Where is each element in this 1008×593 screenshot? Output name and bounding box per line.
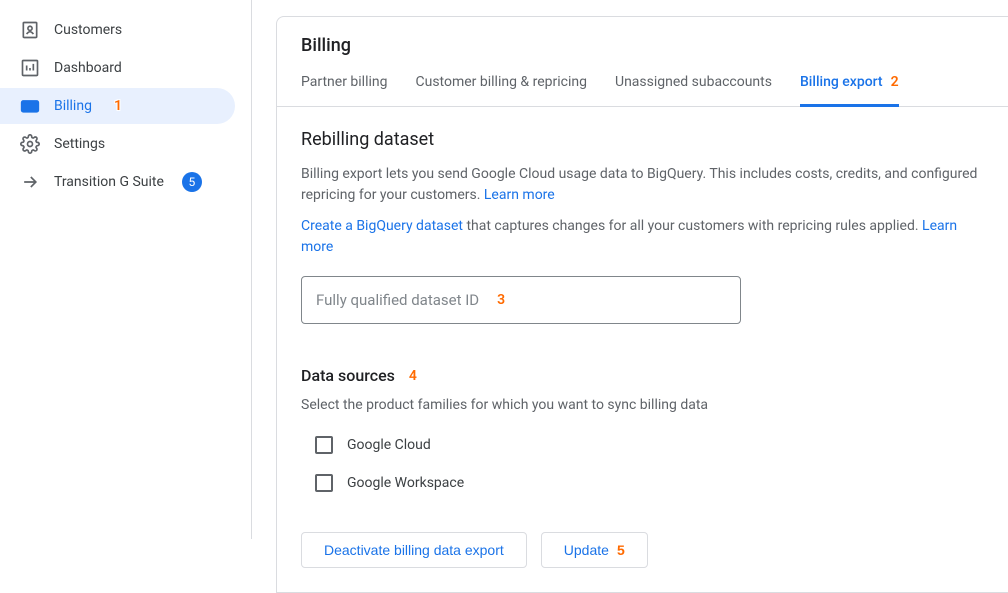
desc-text: that captures changes for all your custo…	[463, 218, 922, 234]
sidebar: Customers Dashboard Billing 1 Settings T…	[0, 0, 252, 539]
tab-label: Billing export	[800, 74, 883, 90]
checkbox-label: Google Workspace	[347, 475, 464, 491]
learn-more-link[interactable]: Learn more	[484, 187, 555, 203]
dashboard-icon	[20, 58, 40, 78]
annotation-marker: 3	[497, 292, 505, 308]
tab-customer-billing[interactable]: Customer billing & repricing	[415, 74, 587, 107]
tab-unassigned-subaccounts[interactable]: Unassigned subaccounts	[615, 74, 772, 107]
annotation-marker: 2	[891, 74, 899, 90]
badge: 5	[182, 172, 202, 192]
checkbox-row-google-workspace[interactable]: Google Workspace	[315, 474, 984, 492]
sidebar-item-label: Settings	[54, 136, 105, 152]
rebilling-description: Billing export lets you send Google Clou…	[301, 164, 984, 206]
heading-text: Data sources	[301, 366, 395, 385]
sidebar-item-settings[interactable]: Settings	[0, 126, 235, 162]
tab-billing-export[interactable]: Billing export 2	[800, 74, 899, 107]
checkbox-icon[interactable]	[315, 474, 333, 492]
button-label: Update	[564, 542, 609, 558]
customers-icon	[20, 20, 40, 40]
content: Rebilling dataset Billing export lets yo…	[277, 107, 1008, 592]
data-sources-heading: Data sources 4	[301, 366, 984, 385]
desc-text: Billing export lets you send Google Clou…	[301, 166, 977, 203]
sidebar-item-label: Billing	[54, 98, 92, 114]
sidebar-item-label: Customers	[54, 22, 122, 38]
main: Billing Partner billing Customer billing…	[252, 0, 1008, 539]
annotation-marker: 4	[409, 368, 417, 384]
sidebar-item-label: Transition G Suite	[54, 174, 164, 190]
annotation-marker: 1	[114, 98, 122, 114]
data-sources-description: Select the product families for which yo…	[301, 395, 984, 416]
rebilling-heading: Rebilling dataset	[301, 129, 984, 150]
annotation-marker: 5	[617, 542, 625, 558]
billing-icon	[20, 96, 40, 116]
input-placeholder: Fully qualified dataset ID	[316, 291, 479, 309]
tab-partner-billing[interactable]: Partner billing	[301, 74, 387, 107]
create-bigquery-link[interactable]: Create a BigQuery dataset	[301, 218, 463, 234]
sidebar-item-label: Dashboard	[54, 60, 122, 76]
button-row: Deactivate billing data export Update 5	[301, 532, 984, 568]
checkbox-label: Google Cloud	[347, 437, 431, 453]
sidebar-item-transition[interactable]: Transition G Suite 5	[0, 164, 235, 200]
deactivate-button[interactable]: Deactivate billing data export	[301, 532, 527, 568]
checkbox-icon[interactable]	[315, 436, 333, 454]
update-button[interactable]: Update 5	[541, 532, 648, 568]
data-sources-section: Data sources 4 Select the product famili…	[301, 366, 984, 492]
sidebar-item-dashboard[interactable]: Dashboard	[0, 50, 235, 86]
dataset-id-input[interactable]: Fully qualified dataset ID 3	[301, 276, 741, 324]
billing-card: Billing Partner billing Customer billing…	[276, 16, 1008, 593]
settings-icon	[20, 134, 40, 154]
tabs: Partner billing Customer billing & repri…	[277, 74, 1008, 107]
checkbox-row-google-cloud[interactable]: Google Cloud	[315, 436, 984, 454]
arrow-right-icon	[20, 172, 40, 192]
create-dataset-line: Create a BigQuery dataset that captures …	[301, 216, 984, 258]
sidebar-item-billing[interactable]: Billing 1	[0, 88, 235, 124]
page-title: Billing	[301, 35, 984, 56]
sidebar-item-customers[interactable]: Customers	[0, 12, 235, 48]
